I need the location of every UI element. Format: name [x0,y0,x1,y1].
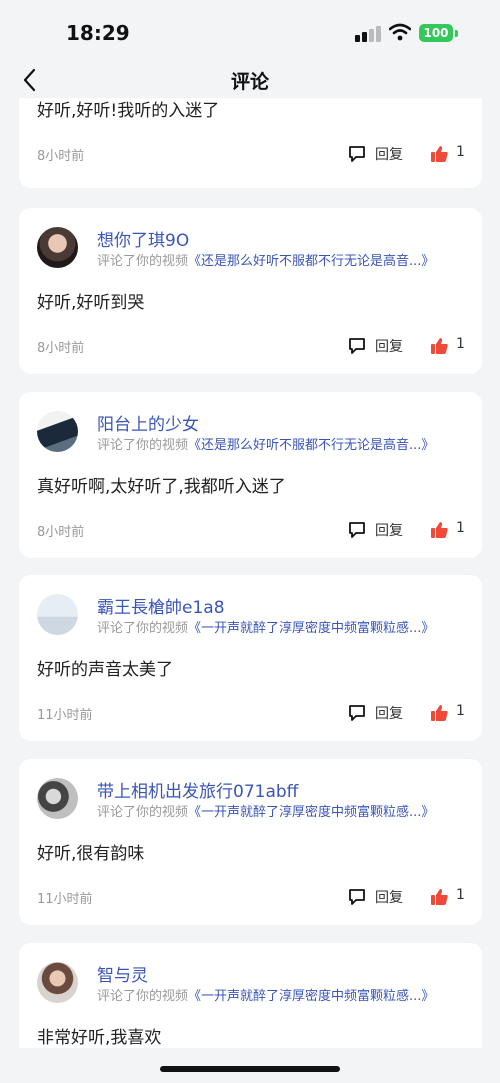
comment-text: 好听,很有韵味 [37,844,145,864]
source-prefix: 评论了你的视频 [97,438,189,453]
video-link[interactable]: 《一开声就醉了淳厚密度中频富颗粒感...》 [188,805,434,820]
comment-source: 评论了你的视频《还是那么好听不服都不行无论是高音...》 [97,250,434,269]
avatar[interactable] [37,594,78,635]
source-prefix: 评论了你的视频 [97,989,189,1004]
username[interactable]: 带上相机出发旅行071abff [97,777,298,802]
thumbs-up-icon [431,889,448,905]
comment-time: 8小时前 [37,525,85,540]
like-count: 1 [456,520,465,536]
comment-time: 8小时前 [37,149,85,164]
comment-list[interactable]: 好听,好听!我听的入迷了 8小时前 回复 1 想你了琪9O 评论了你的视频《还是… [0,98,500,1048]
comment-source: 评论了你的视频《一开声就醉了淳厚密度中频富颗粒感...》 [97,801,434,820]
comment-meta: 11小时前 回复 1 [19,885,482,909]
comment-card: 好听,好听!我听的入迷了 8小时前 回复 1 [19,98,482,188]
video-link[interactable]: 《一开声就醉了淳厚密度中频富颗粒感...》 [188,989,434,1004]
thumbs-up-icon [431,146,448,162]
username[interactable]: 霸王長槍帥e1a8 [97,593,225,618]
reply-label: 回复 [375,890,403,906]
comment-time: 11小时前 [37,892,93,907]
like-count: 1 [456,144,465,160]
comment-bubble-icon [349,338,365,354]
comment-card: 带上相机出发旅行071abff 评论了你的视频《一开声就醉了淳厚密度中频富颗粒感… [19,759,482,925]
cellular-signal-icon [355,26,381,42]
comment-source: 评论了你的视频《还是那么好听不服都不行无论是高音...》 [97,434,434,453]
username[interactable]: 智与灵 [97,961,148,986]
comment-bubble-icon [349,146,365,162]
avatar[interactable] [37,778,78,819]
video-link[interactable]: 《还是那么好听不服都不行无论是高音...》 [188,254,434,269]
source-prefix: 评论了你的视频 [97,254,189,269]
like-button[interactable]: 1 [430,518,470,542]
avatar[interactable] [37,411,78,452]
like-button[interactable]: 1 [430,142,470,166]
nav-bar: 评论 [0,62,500,98]
comment-card: 想你了琪9O 评论了你的视频《还是那么好听不服都不行无论是高音...》 好听,好… [19,208,482,374]
reply-label: 回复 [375,706,403,722]
wifi-icon [389,23,411,41]
status-bar: 18:29 100 [0,0,500,62]
comment-bubble-icon [349,522,365,538]
page-title: 评论 [230,71,269,93]
like-button[interactable]: 1 [430,701,470,725]
avatar[interactable] [37,227,78,268]
thumbs-up-icon [431,338,448,354]
comment-time: 11小时前 [37,708,93,723]
comment-meta: 11小时前 回复 1 [19,701,482,725]
comment-meta: 8小时前 回复 1 [19,142,482,166]
avatar[interactable] [37,962,78,1003]
comment-meta: 8小时前 回复 1 [19,518,482,542]
comment-source: 评论了你的视频《一开声就醉了淳厚密度中频富颗粒感...》 [97,985,434,1004]
comment-text: 非常好听,我喜欢 [37,1028,162,1048]
thumbs-up-icon [431,522,448,538]
battery-tip [455,30,458,37]
like-count: 1 [456,887,465,903]
comment-card: 智与灵 评论了你的视频《一开声就醉了淳厚密度中频富颗粒感...》 非常好听,我喜… [19,943,482,1048]
username[interactable]: 想你了琪9O [97,226,189,251]
status-time: 18:29 [66,21,130,45]
reply-label: 回复 [375,147,403,163]
comment-text: 好听,好听!我听的入迷了 [37,101,220,121]
comment-source: 评论了你的视频《一开声就醉了淳厚密度中频富颗粒感...》 [97,617,434,636]
like-button[interactable]: 1 [430,885,470,909]
comment-text: 好听的声音太美了 [37,660,173,680]
comment-text: 好听,好听到哭 [37,293,145,313]
thumbs-up-icon [431,705,448,721]
comment-time: 8小时前 [37,341,85,356]
reply-label: 回复 [375,523,403,539]
reply-label: 回复 [375,339,403,355]
comment-text: 真好听啊,太好听了,我都听入迷了 [37,477,286,497]
comment-card: 阳台上的少女 评论了你的视频《还是那么好听不服都不行无论是高音...》 真好听啊… [19,392,482,558]
home-indicator [160,1066,340,1072]
like-count: 1 [456,703,465,719]
username[interactable]: 阳台上的少女 [97,410,199,435]
comment-bubble-icon [349,705,365,721]
source-prefix: 评论了你的视频 [97,621,189,636]
video-link[interactable]: 《还是那么好听不服都不行无论是高音...》 [188,438,434,453]
battery-icon: 100 [419,24,453,42]
comment-bubble-icon [349,889,365,905]
comment-meta: 8小时前 回复 1 [19,334,482,358]
like-button[interactable]: 1 [430,334,470,358]
like-count: 1 [456,336,465,352]
comment-card: 霸王長槍帥e1a8 评论了你的视频《一开声就醉了淳厚密度中频富颗粒感...》 好… [19,575,482,741]
source-prefix: 评论了你的视频 [97,805,189,820]
video-link[interactable]: 《一开声就醉了淳厚密度中频富颗粒感...》 [188,621,434,636]
